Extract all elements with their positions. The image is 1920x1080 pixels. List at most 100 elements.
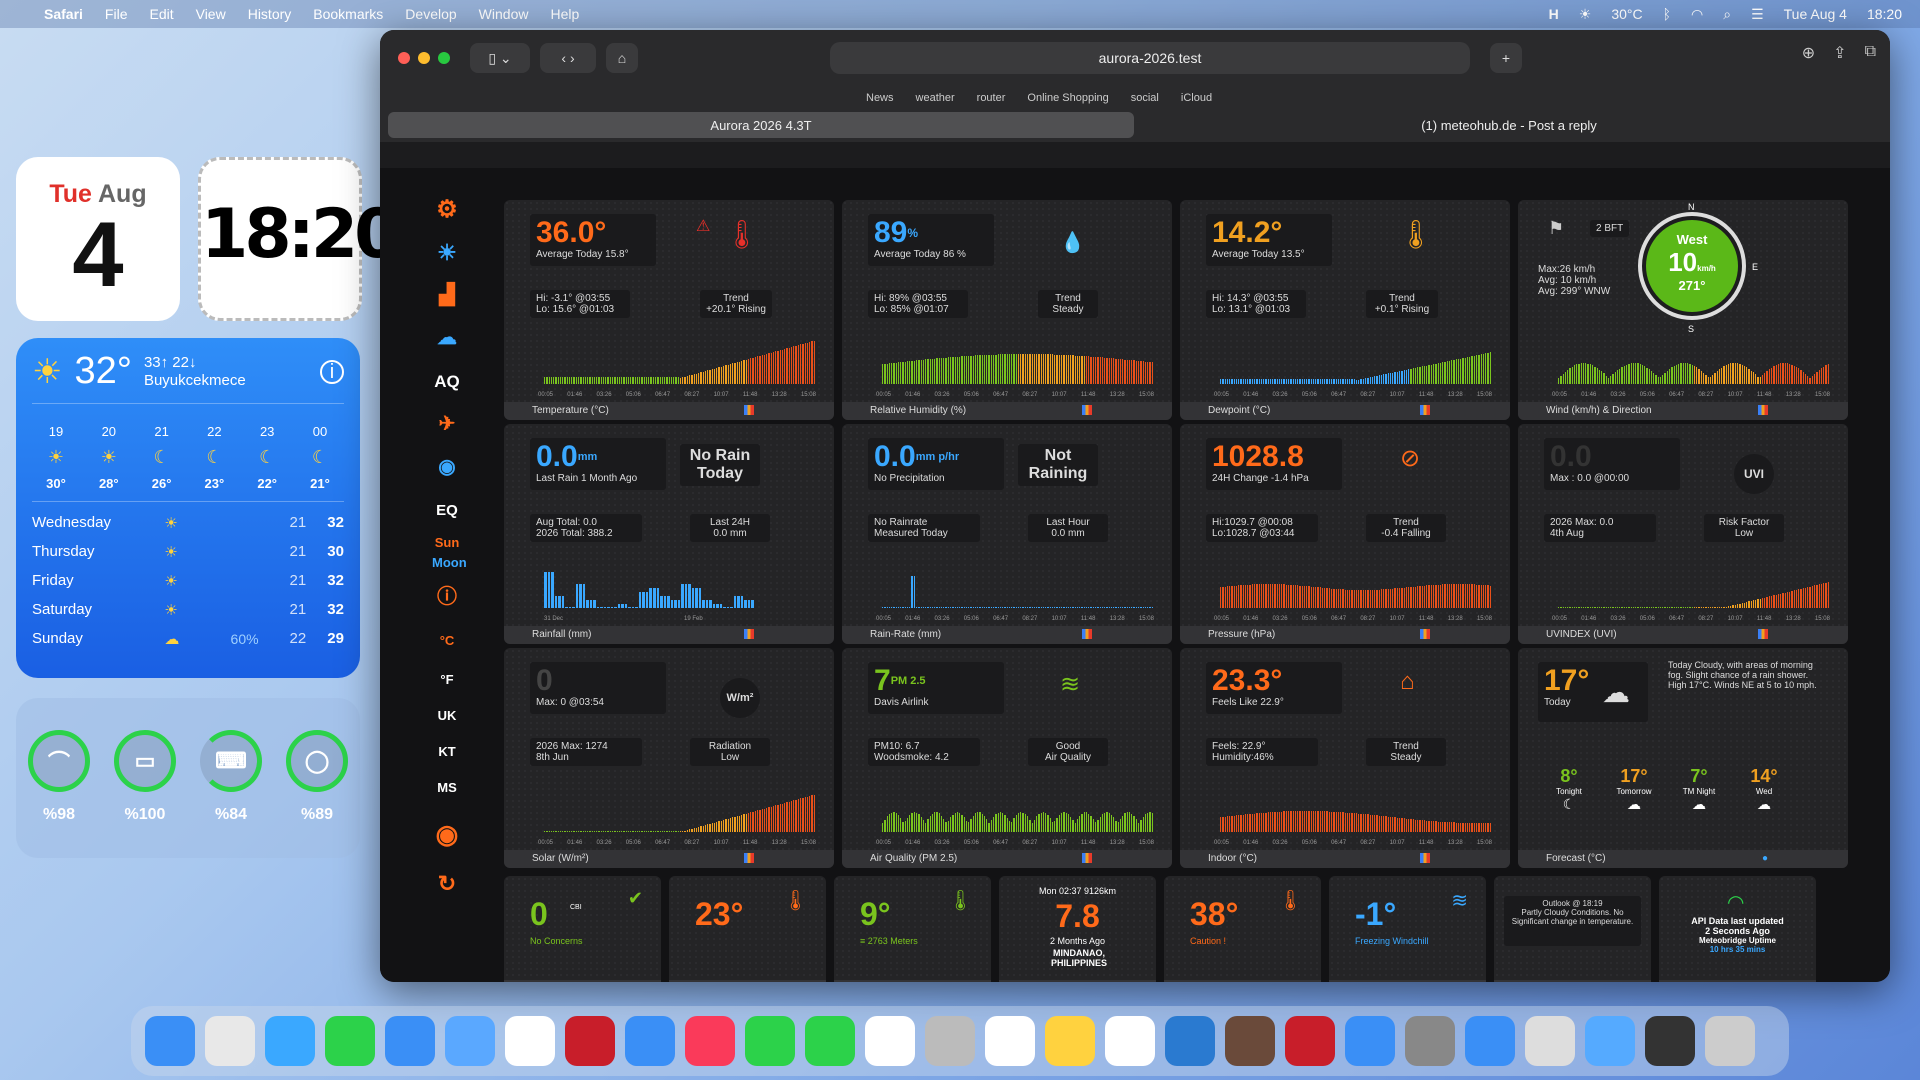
home-button[interactable]: ⌂ [606, 43, 638, 73]
meteobridge-api-card[interactable]: ◠ API Data last updated 2 Seconds Ago Meteo… [1659, 876, 1816, 982]
sun-link[interactable]: Sun [432, 532, 462, 554]
bookmark-news[interactable]: News [866, 92, 894, 104]
bookmark-icloud[interactable]: iCloud [1181, 92, 1212, 104]
unit-celsius-button[interactable]: °C [432, 619, 462, 662]
simulator-icon[interactable] [1345, 1016, 1395, 1066]
menu-help[interactable]: Help [550, 6, 579, 22]
menu-history[interactable]: History [248, 6, 292, 22]
menu-view[interactable]: View [196, 6, 226, 22]
tab-aurora[interactable]: Aurora 2026 4.3T [388, 112, 1134, 138]
chart-icon[interactable] [1082, 853, 1092, 863]
moon-link[interactable]: Moon [432, 554, 467, 576]
menu-file[interactable]: File [105, 6, 128, 22]
trash-icon[interactable] [1705, 1016, 1755, 1066]
dewpoint-card[interactable]: 14.2° Average Today 13.5° 🌡 Hi: 14.3° @03:5… [1180, 200, 1510, 420]
chart-icon[interactable] [1082, 629, 1092, 639]
chart-icon[interactable] [744, 405, 754, 415]
tab-meteohub[interactable]: (1) meteohub.de - Post a reply [1136, 112, 1882, 138]
weather-widget[interactable]: ☀ 32° 33↑ 22↓ Buyukcekmece i 19 ☀ 30° 20 ☀ 28°… [16, 338, 360, 678]
control-center-icon[interactable]: ☰ [1751, 6, 1764, 23]
air-quality-link[interactable]: AQ [432, 360, 462, 403]
rain-rate-card[interactable]: 0.0mm p/hr No Precipitation Not Raining No … [842, 424, 1172, 644]
app-brown-icon[interactable] [1225, 1016, 1275, 1066]
terminal-icon[interactable] [1645, 1016, 1695, 1066]
refresh-icon[interactable]: ↻ [432, 862, 462, 905]
heat-index-card[interactable]: 38°Caution !🌡Heat Index (°C) [1164, 876, 1321, 982]
menubar-time[interactable]: 18:20 [1867, 6, 1902, 22]
back-button[interactable]: ‹ › [540, 43, 596, 73]
unit-ms-button[interactable]: MS [432, 770, 462, 806]
info-icon[interactable]: i [320, 359, 344, 384]
h-app-icon[interactable] [1105, 1016, 1155, 1066]
facetime-icon[interactable] [745, 1016, 795, 1066]
aurora-logo-icon[interactable]: ◉ [432, 806, 462, 862]
chart-icon[interactable] [1082, 405, 1092, 415]
unit-kt-button[interactable]: KT [432, 734, 462, 770]
finder-icon[interactable] [145, 1016, 195, 1066]
folder-icon[interactable] [1585, 1016, 1635, 1066]
notes-icon[interactable] [1045, 1016, 1095, 1066]
new-tab-button[interactable]: + [1490, 43, 1522, 73]
system-settings-icon[interactable] [1405, 1016, 1455, 1066]
solar-card[interactable]: 0 Max: 0 @03:54 W/m² 2026 Max: 1274 8th Jun R… [504, 648, 834, 868]
contacts-icon[interactable] [925, 1016, 975, 1066]
bluetooth-icon[interactable]: ᛒ [1663, 6, 1671, 22]
more-icon[interactable]: ● [1762, 850, 1768, 868]
rainfall-card[interactable]: 0.0mm Last Rain 1 Month Ago No Rain Today A… [504, 424, 834, 644]
temperature-card[interactable]: 36.0° Average Today 15.8° ⚠ 🌡 Hi: -3.1° @03:… [504, 200, 834, 420]
download-icon[interactable]: ⊕ [1802, 43, 1815, 63]
forecast-card[interactable]: 17° Today ☁ Today Cloudy, with areas of mor… [1518, 648, 1848, 868]
earthquakes-card[interactable]: Mon 02:37 9126km 7.8 2 Months Ago MINDANAO,… [999, 876, 1156, 982]
vscode-icon[interactable] [1165, 1016, 1215, 1066]
menu-safari[interactable]: Safari [44, 6, 83, 22]
humidity-card[interactable]: 89% Average Today 86 % 💧 Hi: 89% @03:55 Lo: … [842, 200, 1172, 420]
unit-fahrenheit-button[interactable]: °F [432, 662, 462, 698]
chart-icon[interactable] [1758, 629, 1768, 639]
filezilla-icon[interactable] [1285, 1016, 1335, 1066]
chart-icon[interactable] [1420, 853, 1430, 863]
mail-icon[interactable] [385, 1016, 435, 1066]
weather-sun-icon[interactable]: ☀ [432, 231, 462, 274]
reminders-icon[interactable] [985, 1016, 1035, 1066]
music-icon[interactable] [685, 1016, 735, 1066]
minimize-button[interactable] [418, 52, 430, 64]
maps-icon[interactable] [445, 1016, 495, 1066]
info-icon[interactable]: ⓘ [432, 576, 462, 619]
indoor-card[interactable]: 23.3° Feels Like 22.9° ⌂ Feels: 22.9° Humidi… [1180, 648, 1510, 868]
wifi-icon[interactable]: ◠ [1691, 6, 1703, 23]
photos-icon[interactable] [505, 1016, 555, 1066]
cloud-icon[interactable]: ☁ [432, 317, 462, 360]
batteries-widget[interactable]: ⌒ %98 ▭ %100 ⌨ %84 ◯ %89 [16, 698, 360, 858]
airplane-icon[interactable]: ✈ [432, 403, 462, 446]
tabs-overview-icon[interactable]: ⧉ [1865, 43, 1876, 63]
bookmark-weather[interactable]: weather [916, 92, 955, 104]
vantage-pro2-card[interactable]: 23°🌡Vantage Pro2 (°C) [669, 876, 826, 982]
chart-icon[interactable] [744, 853, 754, 863]
chart-icon[interactable] [744, 629, 754, 639]
console-forecast-card[interactable]: Outlook @ 18:19 Partly Cloudy Conditions.… [1494, 876, 1651, 982]
safari-icon[interactable] [265, 1016, 315, 1066]
h-app-icon[interactable]: H [1549, 6, 1559, 22]
calendar-icon[interactable] [865, 1016, 915, 1066]
wind-chill-card[interactable]: -1°Freezing Windchill≋Wind Chill (°C) [1329, 876, 1486, 982]
menu-bookmarks[interactable]: Bookmarks [313, 6, 383, 22]
pressure-card[interactable]: 1028.8 24H Change -1.4 hPa ⊘ Hi:1029.7 @00:… [1180, 424, 1510, 644]
phone-icon[interactable] [805, 1016, 855, 1066]
app-store-icon[interactable] [625, 1016, 675, 1066]
bookmark-shopping[interactable]: Online Shopping [1027, 92, 1108, 104]
menu-edit[interactable]: Edit [149, 6, 173, 22]
close-button[interactable] [398, 52, 410, 64]
charts-icon[interactable]: ▟ [432, 274, 462, 317]
wind-card[interactable]: ⚑ 2 BFT Max:26 km/h Avg: 10 km/h Avg: 299° W… [1518, 200, 1848, 420]
share-icon[interactable]: ⇪ [1833, 43, 1846, 63]
webcam-icon[interactable]: ◉ [432, 446, 462, 489]
app-grey-icon[interactable] [1525, 1016, 1575, 1066]
bookmark-social[interactable]: social [1131, 92, 1159, 104]
calendar-widget[interactable]: Tue Aug 4 [16, 157, 180, 321]
sidebar-toggle-button[interactable]: ▯ ⌄ [470, 43, 530, 73]
settings-gear-icon[interactable]: ⚙ [432, 188, 462, 231]
bookmark-router[interactable]: router [977, 92, 1006, 104]
chart-icon[interactable] [1420, 405, 1430, 415]
cbi-fire-risk-card[interactable]: 0CBINo Concerns✔CBI Fire Risk (CBI) [504, 876, 661, 982]
unit-uk-button[interactable]: UK [432, 698, 462, 734]
